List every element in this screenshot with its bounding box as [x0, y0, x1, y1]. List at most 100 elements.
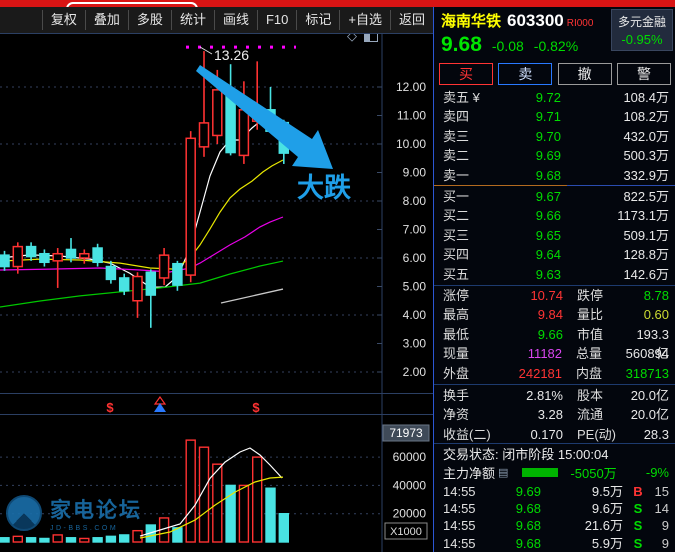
stock-name: 海南华铁	[441, 13, 502, 30]
stat-value: 28.3	[643, 426, 669, 442]
bid-row[interactable]: 买四 9.64 128.8万	[434, 245, 675, 264]
stat-row: 最低 9.66 市值 193.3亿	[434, 325, 675, 362]
ask-price: 9.71	[535, 109, 561, 125]
ask-amount: 432.0万	[623, 128, 669, 144]
volume-axis-label: 40000	[393, 478, 427, 492]
ask-price: 9.70	[535, 128, 561, 144]
stat-value: 20.0亿	[630, 388, 669, 403]
ask-book: 卖五 ¥ 9.72 108.4万 卖四 9.71 108.2万 卖三 9.70 432.0万 卖二…	[434, 88, 675, 185]
volume-bar	[265, 487, 276, 543]
volume-bar	[79, 537, 90, 543]
quote-panel: 海南华铁 603300 RI000 多元金融 -0.95% 9.68 -0.08…	[433, 7, 675, 552]
volume-bar	[0, 537, 10, 543]
trade-buttons-row: 买卖撤警	[439, 63, 671, 85]
stat-row: 换手 2.81% 股本 20.0亿	[434, 386, 675, 405]
ask-row[interactable]: 卖一 9.68 332.9万	[434, 166, 675, 185]
tick-direction: S	[633, 501, 643, 517]
tick-price: 9.69	[515, 484, 541, 499]
ask-label: 卖五 ¥	[443, 90, 480, 105]
stat-row: 净资 3.28 流通 20.0亿	[434, 405, 675, 424]
tick-price: 9.68	[515, 501, 541, 517]
bid-label: 买五	[443, 266, 470, 282]
ask-row[interactable]: 卖四 9.71 108.2万	[434, 107, 675, 126]
stat-value: 560894	[625, 346, 670, 362]
stat-row: 最高 9.84 量比 0.60	[434, 305, 675, 324]
stat-label: 跌停	[577, 288, 604, 303]
tick-direction: S	[633, 535, 643, 551]
trade-button-买[interactable]: 买	[439, 63, 493, 85]
bid-row[interactable]: 买五 9.63 142.6万	[434, 265, 675, 284]
candle-body	[212, 89, 223, 137]
ask-price: 9.72	[535, 90, 561, 105]
candle-body	[158, 254, 170, 279]
tick-volume: 21.6万	[584, 518, 623, 534]
tick-price: 9.68	[515, 535, 541, 551]
tick-time: 14:55	[443, 501, 476, 517]
stat-value: 20.0亿	[630, 407, 669, 423]
toolbar-item-统计[interactable]: 统计	[170, 10, 214, 30]
tick-volume: 9.6万	[591, 501, 623, 517]
list-icon[interactable]: ▤	[498, 466, 508, 479]
stat-value: 9.84	[537, 307, 563, 323]
bid-price: 9.67	[535, 189, 561, 204]
price-axis-label: 2.00	[403, 365, 427, 379]
trade-button-撤[interactable]: 撤	[557, 63, 612, 85]
candle-body	[198, 122, 210, 148]
trade-button-警[interactable]: 警	[616, 63, 671, 85]
window-tab-outline	[66, 2, 198, 7]
toolbar-item-叠加[interactable]: 叠加	[84, 10, 128, 30]
stock-app-window: 复权 叠加 多股 统计 画线 F10 标记 +自选 返回 12.00 11.00 10.00 9.00…	[0, 0, 675, 552]
candle-body	[105, 265, 117, 281]
tick-count: 9	[661, 518, 669, 534]
ask-row[interactable]: 卖五 ¥ 9.72 108.4万	[434, 88, 675, 107]
ask-price: 9.68	[535, 167, 561, 183]
volume-axis-label: 60000	[393, 450, 427, 464]
stat-row: 现量 11182 总量 560894	[434, 344, 675, 363]
watermark: 家电论坛 JD-BBS.COM	[6, 494, 142, 532]
candle-body	[39, 252, 50, 264]
bid-row[interactable]: 买一 9.67 822.5万	[434, 187, 675, 206]
toolbar-item-多股[interactable]: 多股	[127, 10, 171, 30]
trade-button-卖[interactable]: 卖	[498, 63, 553, 85]
candle-body	[52, 252, 63, 262]
trading-status-value: 闭市阶段 15:00:04	[502, 447, 609, 462]
tick-row: 14:55 9.68 5.9万 S 9	[434, 535, 675, 552]
bid-book: 买一 9.67 822.5万 买二 9.66 1173.1万 买三 9.65 509.1万 买四 9…	[434, 187, 675, 284]
volume-bar	[238, 484, 250, 543]
stat-label: PE(动)	[577, 426, 617, 442]
volume-bar	[52, 534, 63, 543]
sell-signal-marker: $	[252, 400, 260, 415]
sell-signal-marker: $	[106, 400, 114, 415]
sector-name: 多元金融	[617, 15, 666, 29]
price-axis-label: 9.00	[403, 166, 427, 180]
stat-value: 8.78	[643, 288, 669, 303]
tick-list: 14:55 9.69 9.5万 B 15 14:55 9.68 9.6万 S 14 14:55 9.6…	[434, 483, 675, 552]
price-axis-label: 6.00	[403, 251, 427, 265]
toolbar-item-返回[interactable]: 返回	[389, 10, 433, 30]
bid-row[interactable]: 买二 9.66 1173.1万	[434, 206, 675, 225]
ask-row[interactable]: 卖三 9.70 432.0万	[434, 127, 675, 146]
stat-value: 193.3亿	[636, 326, 669, 362]
stat-label: 市值	[577, 326, 604, 342]
stat-value: 2.81%	[526, 388, 563, 403]
tick-row: 14:55 9.68 21.6万 S 9	[434, 517, 675, 534]
ask-row[interactable]: 卖二 9.69 500.3万	[434, 146, 675, 165]
toolbar-item-标记[interactable]: 标记	[296, 10, 339, 30]
price-change: -0.08	[491, 38, 524, 54]
price-axis-label: 3.00	[403, 337, 427, 351]
price-axis-label: 10.00	[396, 137, 426, 151]
toolbar-item-复权[interactable]: 复权	[41, 10, 85, 30]
tick-count: 15	[654, 484, 669, 499]
toolbar-item-画线[interactable]: 画线	[213, 10, 257, 30]
current-volume-value: 71973	[389, 426, 423, 440]
stat-label: 收益(二)	[443, 426, 491, 442]
bid-label: 买四	[443, 247, 470, 263]
top-red-bar	[0, 0, 675, 7]
toolbar-item-+自选[interactable]: +自选	[339, 10, 390, 30]
toolbar-item-F10[interactable]: F10	[256, 10, 296, 30]
bid-row[interactable]: 买三 9.65 509.1万	[434, 226, 675, 245]
stat-label: 换手	[443, 388, 470, 403]
sector-quote-box[interactable]: 多元金融 -0.95%	[611, 9, 673, 51]
stat-label: 总量	[576, 346, 603, 362]
candlestick-chart-canvas[interactable]: 12.00 11.00 10.00 9.00 8.00 7.00 6.00 5.00 4.00 3…	[0, 0, 433, 552]
